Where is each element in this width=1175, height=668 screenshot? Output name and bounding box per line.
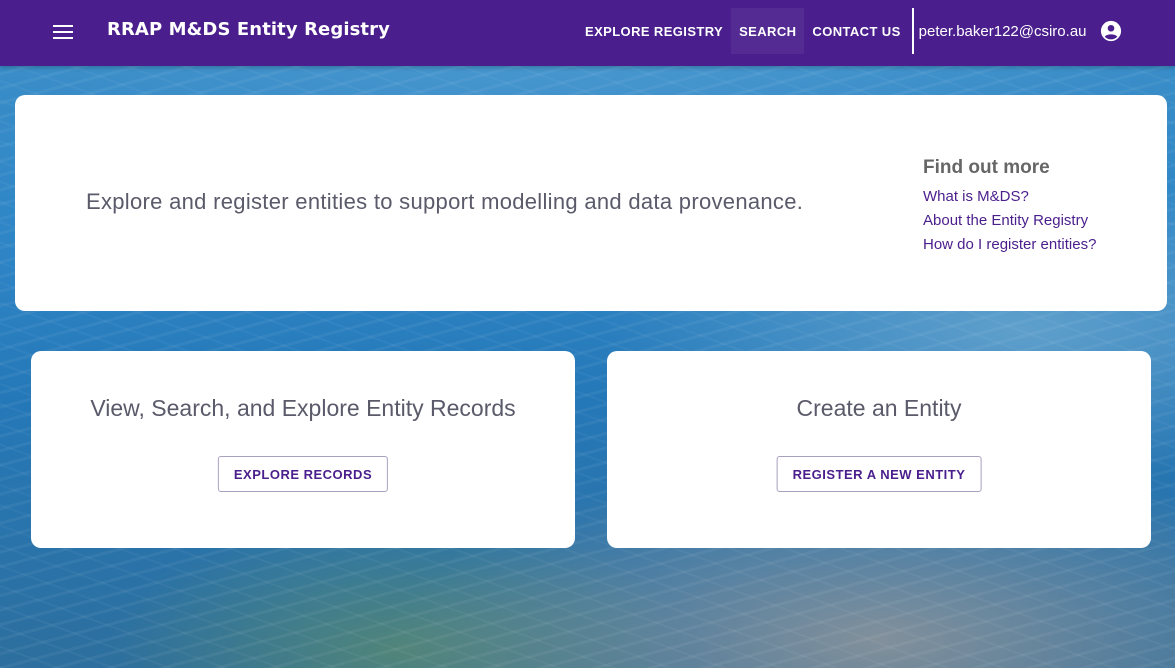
link-how-to-register[interactable]: How do I register entities? bbox=[923, 233, 1096, 257]
create-card-title: Create an Entity bbox=[796, 395, 962, 421]
explore-card-title: View, Search, and Explore Entity Records bbox=[90, 395, 516, 421]
hero-tagline: Explore and register entities to support… bbox=[86, 189, 804, 214]
find-out-more-title: Find out more bbox=[923, 157, 1050, 178]
nav-search[interactable]: SEARCH bbox=[731, 8, 805, 54]
app-title: RRAP M&DS Entity Registry bbox=[107, 19, 390, 40]
nav-contact-us[interactable]: CONTACT US bbox=[804, 8, 908, 54]
top-app-bar: RRAP M&DS Entity Registry EXPLORE REGIST… bbox=[0, 0, 1175, 66]
explore-records-button[interactable]: EXPLORE RECORDS bbox=[217, 456, 389, 492]
nav-divider bbox=[911, 8, 914, 54]
find-out-more-section: Find out more What is M&DS? About the En… bbox=[923, 157, 1096, 257]
link-what-is-mds[interactable]: What is M&DS? bbox=[923, 185, 1096, 209]
user-email[interactable]: peter.baker122@csiro.au bbox=[919, 23, 1087, 40]
register-new-entity-button[interactable]: REGISTER A NEW ENTITY bbox=[776, 456, 982, 492]
account-circle-icon bbox=[1100, 20, 1121, 42]
top-nav: EXPLORE REGISTRY SEARCH CONTACT US peter… bbox=[577, 8, 1123, 54]
link-about-entity-registry[interactable]: About the Entity Registry bbox=[923, 209, 1096, 233]
create-entity-card: Create an Entity REGISTER A NEW ENTITY bbox=[607, 351, 1151, 548]
hero-panel: Explore and register entities to support… bbox=[15, 95, 1167, 311]
find-out-more-links: What is M&DS? About the Entity Registry … bbox=[923, 185, 1096, 257]
account-button[interactable] bbox=[1099, 19, 1123, 43]
nav-explore-registry[interactable]: EXPLORE REGISTRY bbox=[577, 8, 731, 54]
explore-records-card: View, Search, and Explore Entity Records… bbox=[31, 351, 575, 548]
hamburger-menu-icon bbox=[53, 25, 73, 39]
menu-button[interactable] bbox=[44, 13, 82, 51]
